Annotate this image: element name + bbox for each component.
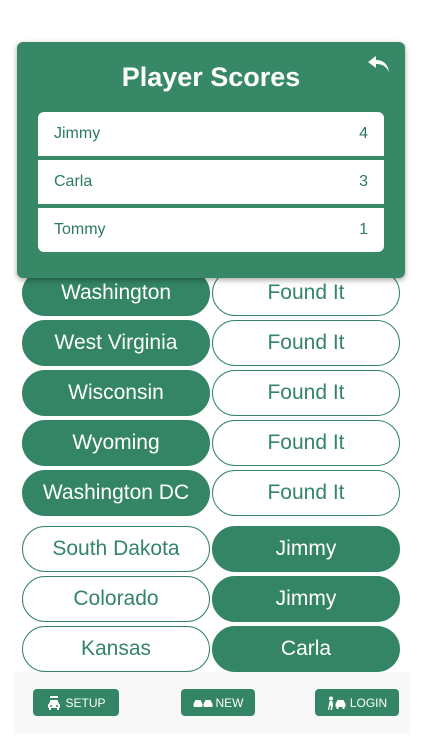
found-it-button[interactable]: Found It (212, 470, 400, 516)
setup-label: SETUP (65, 695, 106, 710)
player-score: 1 (359, 221, 368, 238)
state-button[interactable]: Wisconsin (22, 370, 210, 416)
score-row: Carla 3 (38, 160, 384, 204)
player-score: 3 (359, 173, 368, 190)
player-name: Jimmy (54, 125, 101, 142)
back-arrow-icon[interactable] (367, 54, 391, 74)
login-button[interactable]: LOGIN (315, 689, 399, 716)
found-it-button[interactable]: Found It (212, 370, 400, 416)
found-state-label[interactable]: South Dakota (22, 526, 210, 572)
found-it-button[interactable]: Found It (212, 320, 400, 366)
score-row: Tommy 1 (38, 208, 384, 252)
new-button[interactable]: NEW (181, 689, 255, 716)
found-by-player[interactable]: Carla (212, 626, 400, 672)
login-label: LOGIN (349, 695, 388, 710)
score-row: Jimmy 4 (38, 112, 384, 156)
player-scores-modal: Player Scores Jimmy 4 Carla 3 Tommy 1 (17, 42, 405, 278)
setup-button[interactable]: SETUP (33, 689, 119, 716)
player-score: 4 (359, 125, 368, 142)
cars-icon (193, 697, 213, 709)
bottom-nav-bar: SETUP NEW LOGIN (14, 672, 410, 734)
new-label: NEW (215, 695, 244, 710)
found-row: South Dakota Jimmy (22, 526, 400, 572)
car-setup-icon (46, 695, 62, 711)
state-row: Wisconsin Found It (22, 370, 400, 416)
state-row: Washington DC Found It (22, 470, 400, 516)
state-list: Washington Found It West Virginia Found … (22, 270, 400, 676)
found-row: Colorado Jimmy (22, 576, 400, 622)
player-name: Carla (54, 173, 93, 190)
found-row: Kansas Carla (22, 626, 400, 672)
state-button[interactable]: West Virginia (22, 320, 210, 366)
person-car-icon (327, 696, 347, 710)
found-it-button[interactable]: Found It (212, 420, 400, 466)
state-row: Wyoming Found It (22, 420, 400, 466)
state-row: West Virginia Found It (22, 320, 400, 366)
found-state-label[interactable]: Colorado (22, 576, 210, 622)
found-by-player[interactable]: Jimmy (212, 526, 400, 572)
scores-list: Jimmy 4 Carla 3 Tommy 1 (38, 112, 384, 252)
state-button[interactable]: Washington DC (22, 470, 210, 516)
found-state-label[interactable]: Kansas (22, 626, 210, 672)
modal-title: Player Scores (121, 62, 301, 92)
player-name: Tommy (54, 221, 106, 238)
state-button[interactable]: Wyoming (22, 420, 210, 466)
found-by-player[interactable]: Jimmy (212, 576, 400, 622)
